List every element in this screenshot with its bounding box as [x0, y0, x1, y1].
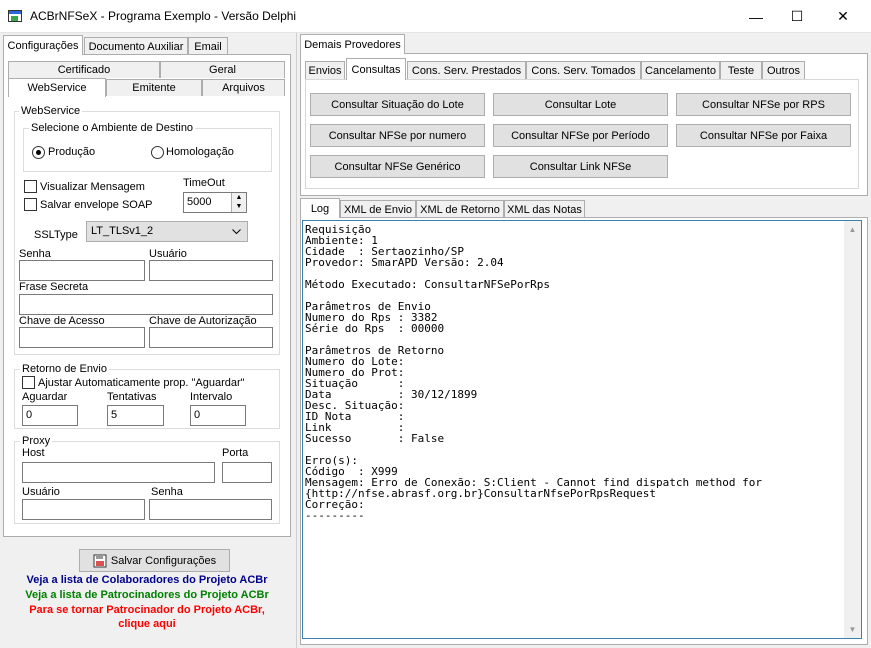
tab-xml-envio[interactable]: XML de Envio — [340, 200, 416, 218]
chave-autorizacao-input[interactable] — [149, 327, 273, 348]
tab-envios[interactable]: Envios — [305, 61, 345, 79]
proxy-usuario-label: Usuário — [22, 486, 60, 498]
spin-up-icon[interactable]: ▲ — [232, 193, 246, 202]
salvar-envelope-label: Salvar envelope SOAP — [40, 199, 153, 211]
minimize-button[interactable]: — — [733, 0, 779, 33]
app-icon — [8, 10, 22, 22]
tab-geral[interactable]: Geral — [160, 61, 285, 78]
consultar-lote-button[interactable]: Consultar Lote — [493, 93, 668, 116]
senha-label: Senha — [19, 248, 51, 260]
aguardar-label: Aguardar — [22, 391, 68, 403]
intervalo-label: Intervalo — [190, 391, 233, 403]
homologacao-radio[interactable] — [151, 146, 164, 159]
producao-label: Produção — [48, 146, 96, 158]
tab-documento-auxiliar[interactable]: Documento Auxiliar — [84, 37, 188, 55]
ambiente-group-label: Selecione o Ambiente de Destino — [29, 122, 196, 134]
tab-xml-retorno[interactable]: XML de Retorno — [416, 200, 504, 218]
ssltype-select[interactable]: LT_TLSv1_2 — [86, 221, 248, 242]
tab-teste[interactable]: Teste — [720, 61, 762, 79]
chevron-down-icon — [232, 226, 241, 235]
colaboradores-link[interactable]: Veja a lista de Colaboradores do Projeto… — [3, 574, 291, 586]
save-icon — [93, 554, 107, 568]
log-memo[interactable]: Requisição Ambiente: 1 Cidade : Sertaozi… — [302, 220, 862, 639]
chave-acesso-input[interactable] — [19, 327, 145, 348]
salvar-configuracoes-label: Salvar Configurações — [110, 554, 217, 567]
retorno-group-label: Retorno de Envio — [20, 363, 109, 375]
visualizar-mensagem-label: Visualizar Mensagem — [40, 181, 145, 193]
spin-down-icon[interactable]: ▼ — [232, 202, 246, 211]
close-button[interactable]: ✕ — [820, 0, 866, 33]
tab-log[interactable]: Log — [300, 198, 340, 218]
salvar-configuracoes-button[interactable]: Salvar Configurações — [79, 549, 230, 572]
patrocinadores-link[interactable]: Veja a lista de Patrocinadores do Projet… — [3, 589, 291, 601]
scroll-up-icon[interactable]: ▲ — [844, 221, 861, 238]
scroll-down-icon[interactable]: ▼ — [844, 621, 861, 638]
title-bar: ACBrNFSeX - Programa Exemplo - Versão De… — [0, 0, 871, 33]
tab-cancelamento[interactable]: Cancelamento — [641, 61, 720, 79]
consultar-nfse-por-faixa-button[interactable]: Consultar NFSe por Faixa — [676, 124, 851, 147]
salvar-envelope-checkbox[interactable] — [24, 198, 37, 211]
proxy-senha-label: Senha — [151, 486, 183, 498]
timeout-label: TimeOut — [183, 177, 225, 189]
tab-configuracoes[interactable]: Configurações — [3, 35, 83, 55]
aguardar-input[interactable]: 0 — [22, 405, 78, 426]
consultar-nfse-por-rps-button[interactable]: Consultar NFSe por RPS — [676, 93, 851, 116]
porta-label: Porta — [222, 447, 249, 459]
tab-demais-provedores[interactable]: Demais Provedores — [300, 34, 405, 54]
tentativas-label: Tentativas — [107, 391, 157, 403]
proxy-senha-input[interactable] — [149, 499, 272, 520]
frase-secreta-label: Frase Secreta — [19, 281, 89, 293]
clique-aqui-link[interactable]: clique aqui — [3, 618, 291, 630]
window-title: ACBrNFSeX - Programa Exemplo - Versão De… — [30, 9, 297, 23]
consultar-situacao-lote-button[interactable]: Consultar Situação do Lote — [310, 93, 485, 116]
chave-autorizacao-label: Chave de Autorização — [149, 315, 257, 327]
tab-emitente[interactable]: Emitente — [106, 79, 202, 96]
maximize-button[interactable]: ☐ — [774, 0, 820, 33]
ssltype-value: LT_TLSv1_2 — [91, 225, 154, 237]
consultar-nfse-generico-button[interactable]: Consultar NFSe Genérico — [310, 155, 485, 178]
host-input[interactable] — [22, 462, 215, 483]
frase-secreta-input[interactable] — [19, 294, 273, 315]
homologacao-label: Homologação — [166, 146, 234, 158]
proxy-group-label: Proxy — [20, 435, 53, 447]
tab-certificado[interactable]: Certificado — [8, 61, 160, 78]
usuario-input[interactable] — [149, 260, 273, 281]
ajustar-label: Ajustar Automaticamente prop. "Aguardar" — [38, 377, 245, 389]
intervalo-input[interactable]: 0 — [190, 405, 246, 426]
visualizar-mensagem-checkbox[interactable] — [24, 180, 37, 193]
ssltype-label: SSLType — [34, 229, 78, 241]
log-text: Requisição Ambiente: 1 Cidade : Sertaozi… — [305, 223, 762, 522]
tentativas-input[interactable]: 5 — [107, 405, 164, 426]
chave-acesso-label: Chave de Acesso — [19, 315, 105, 327]
tab-cons-serv-prestados[interactable]: Cons. Serv. Prestados — [407, 61, 526, 79]
porta-input[interactable] — [222, 462, 272, 483]
consultar-link-nfse-button[interactable]: Consultar Link NFSe — [493, 155, 668, 178]
host-label: Host — [22, 447, 45, 459]
tab-email[interactable]: Email — [188, 37, 228, 55]
tornar-patrocinador-link[interactable]: Para se tornar Patrocinador do Projeto A… — [3, 604, 291, 616]
tab-consultas[interactable]: Consultas — [346, 58, 406, 80]
usuario-label: Usuário — [149, 248, 187, 260]
proxy-usuario-input[interactable] — [22, 499, 145, 520]
tab-webservice[interactable]: WebService — [8, 78, 106, 97]
tab-outros[interactable]: Outros — [762, 61, 805, 79]
consultar-nfse-por-periodo-button[interactable]: Consultar NFSe por Período — [493, 124, 668, 147]
timeout-spinner[interactable]: ▲ ▼ — [231, 193, 246, 212]
tab-arquivos[interactable]: Arquivos — [202, 79, 285, 96]
ajustar-checkbox[interactable] — [22, 376, 35, 389]
splitter[interactable] — [296, 33, 297, 648]
tab-xml-notas[interactable]: XML das Notas — [504, 200, 585, 218]
producao-radio[interactable] — [32, 146, 45, 159]
tab-cons-serv-tomados[interactable]: Cons. Serv. Tomados — [526, 61, 641, 79]
webservice-group-label: WebService — [19, 105, 83, 117]
senha-input[interactable] — [19, 260, 145, 281]
log-scrollbar[interactable]: ▲ ▼ — [844, 221, 861, 638]
consultar-nfse-por-numero-button[interactable]: Consultar NFSe por numero — [310, 124, 485, 147]
